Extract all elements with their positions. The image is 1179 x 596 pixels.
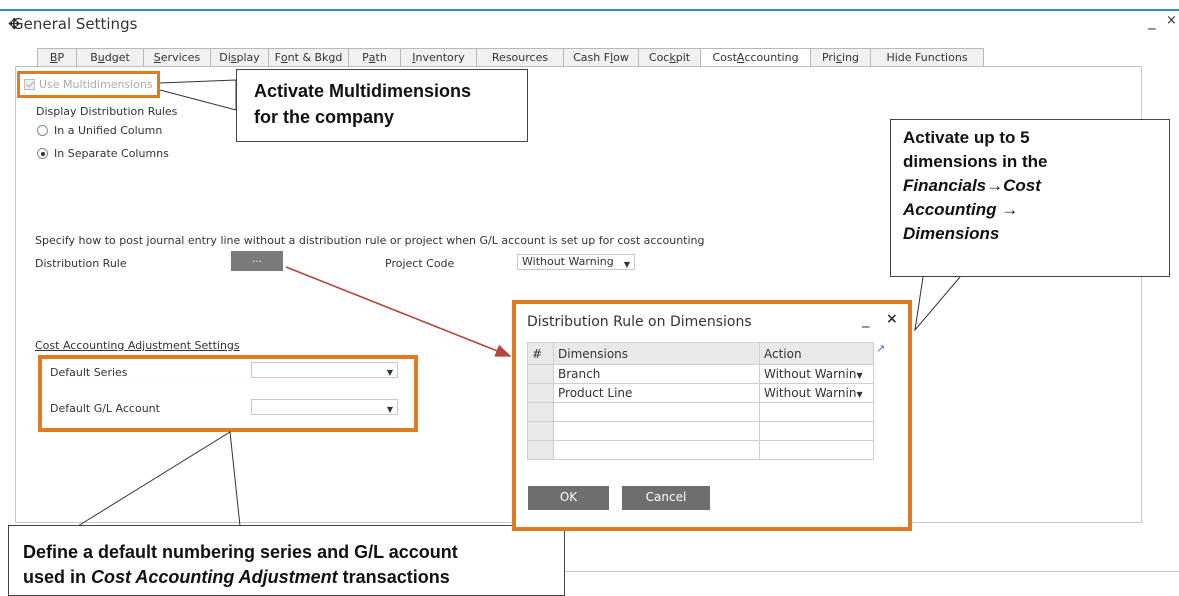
expand-icon[interactable]: ↗ — [876, 342, 885, 355]
dimensions-table: # Dimensions Action Branch Without Warni… — [527, 342, 874, 460]
column-header-action: Action — [759, 342, 874, 365]
table-row[interactable] — [527, 402, 874, 422]
callout-default-line1: Define a default numbering series and G/… — [23, 542, 458, 562]
action-cell — [759, 402, 874, 422]
row-number-cell — [527, 364, 554, 384]
column-header-number: # — [527, 342, 554, 365]
table-row[interactable] — [527, 440, 874, 460]
dimension-cell: Branch — [553, 364, 760, 384]
action-value: Without Warnin — [764, 367, 857, 381]
cancel-button[interactable]: Cancel — [622, 486, 710, 510]
action-select[interactable]: Without Warnin▼ — [759, 364, 874, 384]
chevron-down-icon: ▼ — [856, 390, 863, 399]
ok-button[interactable]: OK — [528, 486, 609, 510]
callout-multidim-line2: for the company — [254, 107, 395, 127]
divider — [565, 571, 1179, 572]
row-number-cell — [527, 421, 554, 441]
callout-multidim-line1: Activate Multidimensions — [254, 81, 472, 101]
table-row[interactable]: Branch Without Warnin▼ — [527, 364, 874, 384]
callout-default-line2-post: transactions — [337, 567, 450, 587]
callout-dims-line5: Dimensions — [903, 224, 1000, 243]
dialog-title: Distribution Rule on Dimensions — [527, 314, 752, 330]
dialog-close-button[interactable]: × — [886, 311, 898, 327]
column-header-dimensions: Dimensions — [553, 342, 760, 365]
distribution-arrow — [285, 266, 512, 357]
action-cell — [759, 421, 874, 441]
dims-pointer — [914, 276, 961, 332]
chevron-down-icon: ▼ — [856, 371, 863, 380]
row-number-cell — [527, 383, 554, 403]
row-number-cell — [527, 402, 554, 422]
callout-dims-line2: dimensions in the — [903, 152, 1048, 171]
table-row[interactable]: Product Line Without Warnin▼ — [527, 383, 874, 403]
table-row[interactable] — [527, 421, 874, 441]
callout-default-line2: used in Cost Accounting Adjustment trans… — [23, 565, 564, 590]
multidim-pointer — [159, 79, 237, 111]
action-value: Without Warnin — [764, 386, 857, 400]
dimension-cell — [553, 421, 760, 441]
callout-dimensions: Activate up to 5 dimensions in the Finan… — [890, 119, 1170, 277]
callout-multidimensions: Activate Multidimensions for the company — [236, 69, 528, 142]
callout-default-line2-em: Cost Accounting Adjustment — [91, 567, 338, 587]
action-select[interactable]: Without Warnin▼ — [759, 383, 874, 403]
dimension-cell — [553, 402, 760, 422]
row-number-cell — [527, 440, 554, 460]
callout-default-line2-pre: used in — [23, 567, 92, 587]
table-header-row: # Dimensions Action — [527, 342, 874, 365]
action-cell — [759, 440, 874, 460]
callout-dims-line3: Financials→Cost — [903, 176, 1041, 195]
default-pointer — [77, 431, 241, 527]
dimension-cell: Product Line — [553, 383, 760, 403]
dimension-cell — [553, 440, 760, 460]
callout-dims-line4: Accounting → — [903, 200, 1019, 219]
callout-default-series: Define a default numbering series and G/… — [8, 525, 565, 596]
callout-dims-line1: Activate up to 5 — [903, 128, 1030, 147]
dialog-minimize-button[interactable]: _ — [862, 310, 870, 328]
